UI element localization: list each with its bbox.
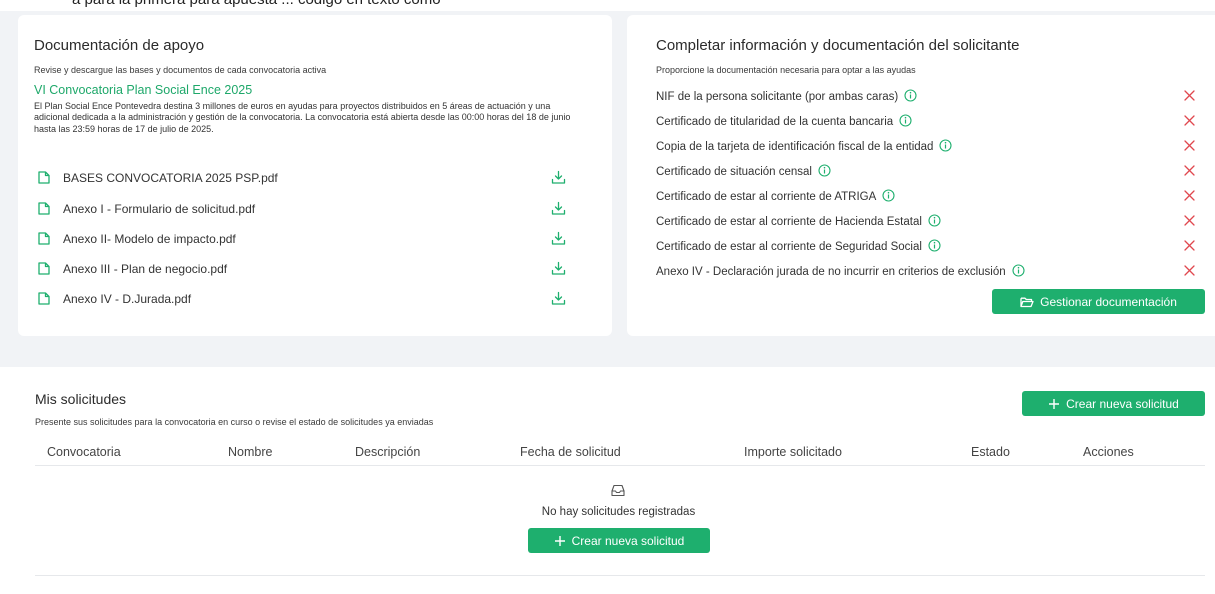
requirement-label: Certificado de situación censal [656, 164, 831, 178]
requirement-row: Copia de la tarjeta de identificación fi… [656, 137, 1204, 157]
requirement-row: Certificado de estar al corriente de Hac… [656, 212, 1204, 232]
crear-solicitud-label: Crear nueva solicitud [1066, 396, 1179, 411]
convocatoria-description: El Plan Social Ence Pontevedra destina 3… [34, 101, 571, 134]
requirement-label: Certificado de estar al corriente de Seg… [656, 239, 941, 253]
top-cutoff-strip: a para la primera para apuesta ... codig… [0, 0, 1215, 11]
file-icon [38, 292, 50, 305]
info-icon[interactable] [928, 214, 941, 227]
column-header: Nombre [228, 445, 273, 459]
document-row[interactable]: Anexo I - Formulario de solicitud.pdf [38, 200, 583, 220]
close-icon [1184, 240, 1195, 251]
column-header: Estado [971, 445, 1010, 459]
requirement-row: Certificado de situación censal [656, 162, 1204, 182]
close-icon [1184, 165, 1195, 176]
requirement-label: Copia de la tarjeta de identificación fi… [656, 139, 953, 153]
info-icon[interactable] [928, 239, 941, 252]
file-icon [38, 202, 50, 215]
file-icon [38, 262, 50, 275]
requirement-row: Anexo IV - Declaración jurada de no incu… [656, 262, 1204, 282]
requirement-row: Certificado de titularidad de la cuenta … [656, 112, 1204, 132]
folder-open-icon [1020, 297, 1034, 307]
info-icon[interactable] [899, 114, 912, 127]
document-row[interactable]: Anexo IV - D.Jurada.pdf [38, 290, 583, 310]
requirement-label: Certificado de estar al corriente de ATR… [656, 189, 895, 203]
info-icon[interactable] [939, 139, 953, 152]
download-icon[interactable] [551, 231, 566, 246]
requirement-text: Certificado de estar al corriente de ATR… [656, 191, 877, 203]
top-cutoff-text: a para la primera para apuesta ... codig… [72, 0, 441, 8]
crear-solicitud-empty-label: Crear nueva solicitud [571, 533, 685, 548]
crear-solicitud-empty-button[interactable]: Crear nueva solicitud [528, 528, 710, 553]
close-icon [1184, 265, 1195, 276]
close-icon [1184, 190, 1195, 201]
crear-solicitud-button[interactable]: Crear nueva solicitud [1022, 391, 1205, 416]
info-icon[interactable] [882, 189, 895, 202]
solicitudes-subtitle: Presente sus solicitudes para la convoca… [35, 417, 434, 427]
requirement-row: NIF de la persona solicitante (por ambas… [656, 87, 1204, 107]
requirement-label: Certificado de estar al corriente de Hac… [656, 214, 941, 228]
documentacion-subtitle: Revise y descargue las bases y documento… [34, 65, 327, 75]
solicitante-subtitle: Proporcione la documentación necesaria p… [656, 65, 916, 75]
column-header: Fecha de solicitud [520, 445, 621, 459]
column-header: Importe solicitado [744, 445, 842, 459]
info-icon[interactable] [1012, 264, 1025, 277]
solicitante-card: Completar información y documentación de… [627, 15, 1215, 336]
document-row[interactable]: BASES CONVOCATORIA 2025 PSP.pdf [38, 169, 583, 189]
requirement-text: NIF de la persona solicitante (por ambas… [656, 91, 899, 103]
requirement-text: Certificado de estar al corriente de Seg… [656, 241, 922, 253]
requirement-text: Certificado de situación censal [656, 166, 812, 178]
file-icon [38, 171, 50, 184]
document-name: Anexo IV - D.Jurada.pdf [63, 292, 192, 306]
download-icon[interactable] [551, 201, 566, 216]
empty-state-text: No hay solicitudes registradas [541, 506, 696, 518]
inbox-icon [611, 484, 625, 497]
plus-icon [554, 535, 565, 546]
info-icon[interactable] [904, 89, 917, 102]
column-header: Acciones [1083, 445, 1134, 459]
requirement-label: Anexo IV - Declaración jurada de no incu… [656, 264, 1025, 278]
requirement-row: Certificado de estar al corriente de ATR… [656, 187, 1204, 207]
requirement-label: NIF de la persona solicitante (por ambas… [656, 89, 917, 103]
requirement-label: Certificado de titularidad de la cuenta … [656, 114, 912, 128]
requirement-text: Anexo IV - Declaración jurada de no incu… [656, 266, 1006, 278]
plus-icon [1049, 398, 1060, 409]
solicitudes-table-header: Convocatoria Nombre Descripción Fecha de… [35, 442, 1205, 466]
document-name: Anexo I - Formulario de solicitud.pdf [63, 202, 256, 216]
gestionar-documentacion-button[interactable]: Gestionar documentación [992, 289, 1205, 314]
download-icon[interactable] [551, 261, 566, 276]
solicitante-title: Completar información y documentación de… [656, 37, 1020, 54]
column-header: Convocatoria [47, 445, 121, 459]
document-name: Anexo III - Plan de negocio.pdf [63, 262, 228, 276]
close-icon [1184, 90, 1195, 101]
info-icon[interactable] [818, 164, 831, 177]
documentacion-title: Documentación de apoyo [34, 37, 205, 54]
solicitudes-title: Mis solicitudes [35, 391, 127, 407]
gestionar-documentacion-label: Gestionar documentación [1040, 294, 1177, 309]
convocatoria-title: VI Convocatoria Plan Social Ence 2025 [34, 83, 253, 97]
document-row[interactable]: Anexo II- Modelo de impacto.pdf [38, 230, 583, 250]
requirement-text: Certificado de estar al corriente de Hac… [656, 216, 922, 228]
documentacion-card: Documentación de apoyo Revise y descargu… [18, 15, 612, 336]
document-row[interactable]: Anexo III - Plan de negocio.pdf [38, 260, 583, 280]
column-header: Descripción [355, 445, 421, 459]
close-icon [1184, 140, 1195, 151]
requirement-row: Certificado de estar al corriente de Seg… [656, 237, 1204, 257]
close-icon [1184, 215, 1195, 226]
file-icon [38, 232, 50, 245]
requirement-text: Certificado de titularidad de la cuenta … [656, 116, 894, 128]
table-bottom-divider [35, 575, 1205, 576]
document-name: BASES CONVOCATORIA 2025 PSP.pdf [63, 171, 278, 185]
close-icon [1184, 115, 1195, 126]
solicitudes-section: Mis solicitudes Presente sus solicitudes… [0, 367, 1215, 594]
requirement-text: Copia de la tarjeta de identificación fi… [656, 141, 934, 153]
download-icon[interactable] [551, 170, 566, 185]
download-icon[interactable] [551, 291, 566, 306]
document-name: Anexo II- Modelo de impacto.pdf [63, 232, 236, 246]
